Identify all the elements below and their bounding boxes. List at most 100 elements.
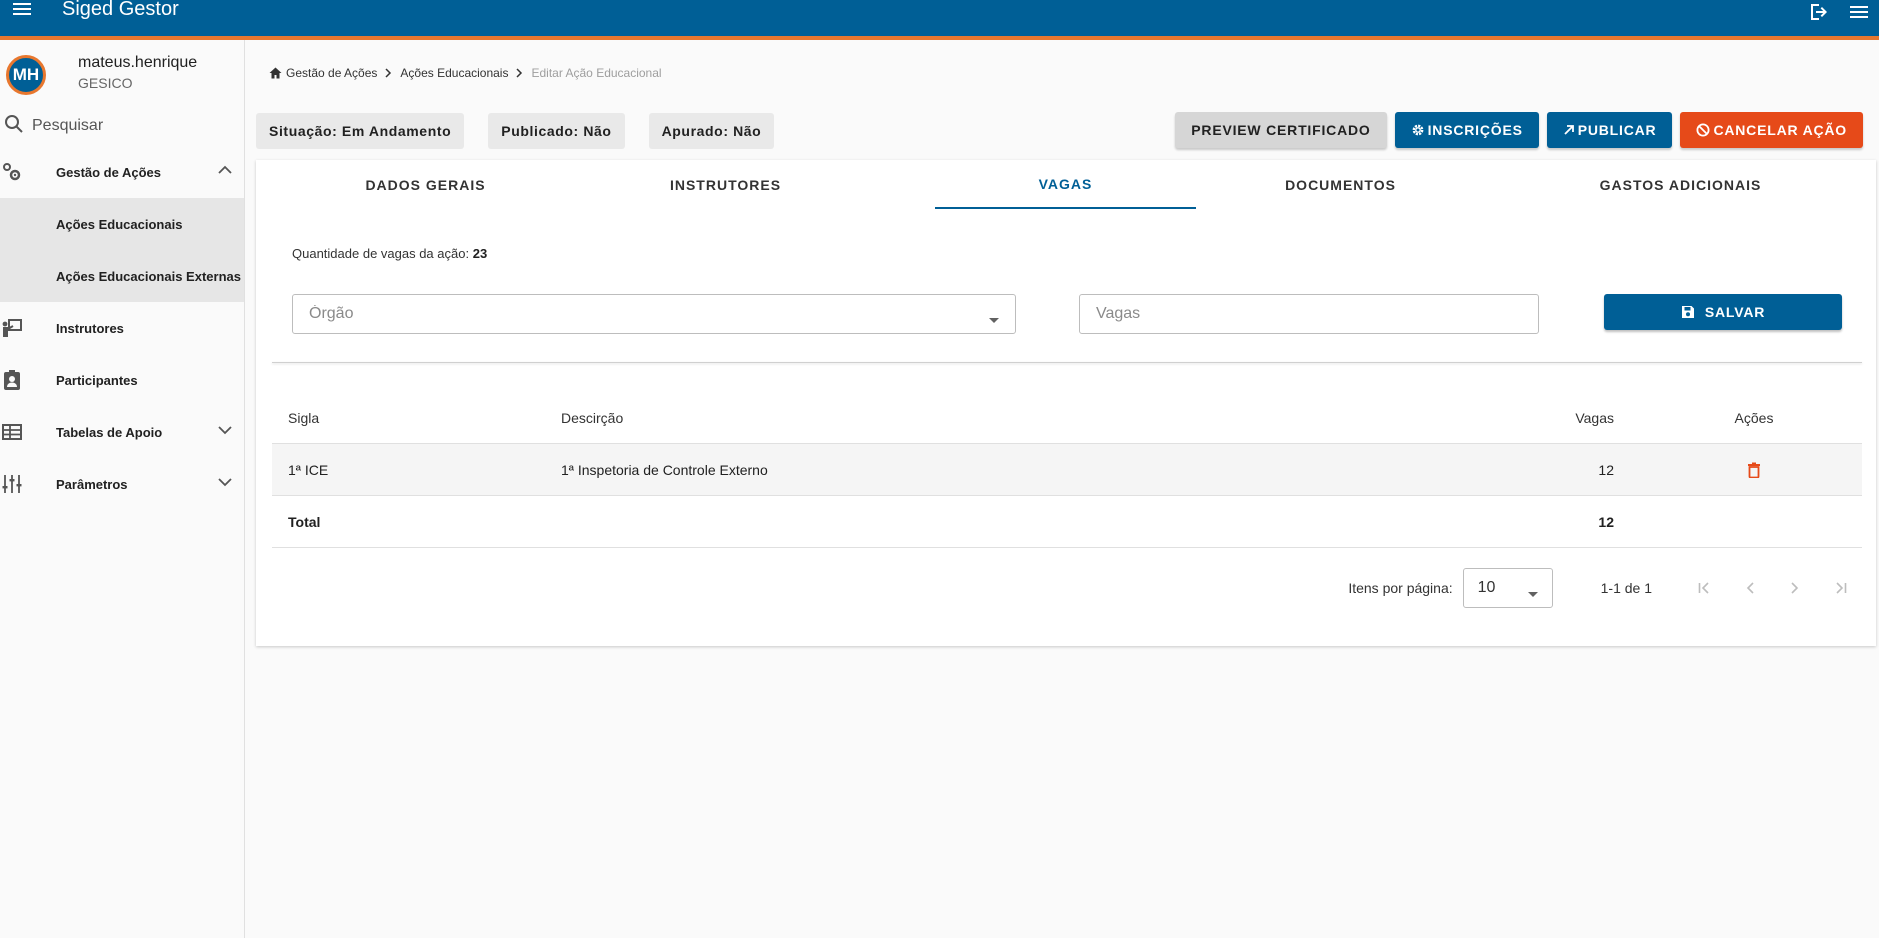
- cell-vagas: 12: [1598, 461, 1614, 478]
- sidebar-item-acoes-educacionais[interactable]: Ações Educacionais: [0, 198, 244, 250]
- sidebar: MH mateus.henrique GESICO Gestão de Açõe…: [0, 40, 245, 938]
- save-icon: [1681, 305, 1695, 319]
- status-badge-apurado: Apurado: Não: [648, 113, 775, 149]
- logout-icon[interactable]: [1799, 0, 1839, 24]
- page-size-select[interactable]: 10: [1462, 568, 1553, 608]
- inscricoes-label: INSCRIÇÕES: [1427, 122, 1523, 138]
- table-header-row: Sigla Descirção Vagas Ações: [272, 392, 1862, 444]
- tab-vagas[interactable]: VAGAS: [935, 160, 1196, 209]
- quantidade-vagas-label: Quantidade de vagas da ação:: [292, 246, 470, 261]
- cancelar-acao-button[interactable]: CANCELAR AÇÃO: [1680, 112, 1863, 148]
- search-icon: [4, 114, 24, 139]
- chevron-right-icon: [385, 68, 392, 78]
- sidebar-item-label: Parâmetros: [56, 476, 128, 492]
- previous-page-icon[interactable]: [1727, 568, 1772, 608]
- orgao-select[interactable]: [292, 294, 1016, 334]
- page-size-value: 10: [1477, 579, 1496, 596]
- table-total-row: Total 12: [272, 496, 1862, 548]
- block-icon: [1696, 123, 1710, 137]
- gears-icon: [0, 160, 24, 184]
- vagas-card: DADOS GERAIS INSTRUTORES VAGAS DOCUMENTO…: [256, 160, 1876, 646]
- chevron-right-icon: [516, 68, 523, 78]
- sidebar-item-instrutores[interactable]: Instrutores: [0, 302, 244, 354]
- tab-documentos[interactable]: DOCUMENTOS: [1196, 160, 1485, 209]
- column-header-sigla[interactable]: Sigla: [288, 410, 319, 426]
- dropdown-arrow-icon: [1527, 585, 1538, 603]
- top-app-bar: Siged Gestor: [0, 0, 1879, 40]
- preview-certificado-button[interactable]: PREVIEW CERTIFICADO: [1175, 112, 1387, 148]
- chevron-up-icon[interactable]: [218, 162, 232, 180]
- column-header-descricao[interactable]: Descirção: [561, 410, 623, 426]
- user-panel: MH mateus.henrique GESICO: [0, 40, 244, 110]
- vagas-table: Sigla Descirção Vagas Ações 1ª ICE 1ª In…: [272, 392, 1862, 548]
- chevron-down-icon[interactable]: [218, 422, 232, 440]
- status-chips: Situação: Em Andamento Publicado: Não Ap…: [256, 113, 798, 149]
- badge-icon: [0, 368, 24, 392]
- quantidade-vagas-value: 23: [472, 246, 488, 261]
- avatar: MH: [6, 55, 46, 95]
- cell-descricao: 1ª Inspetoria de Controle Externo: [561, 461, 768, 478]
- column-header-acoes: Ações: [1734, 409, 1774, 426]
- items-per-page-label: Itens por página:: [1348, 580, 1453, 596]
- sidebar-item-acoes-educacionais-externas[interactable]: Ações Educacionais Externas: [0, 250, 244, 302]
- tab-dados-gerais[interactable]: DADOS GERAIS: [256, 160, 595, 209]
- column-header-vagas[interactable]: Vagas: [1575, 410, 1614, 426]
- cancelar-acao-label: CANCELAR AÇÃO: [1713, 122, 1847, 138]
- main-content: Gestão de Ações Ações Educacionais Edita…: [246, 40, 1879, 938]
- menu-icon[interactable]: [4, 0, 40, 36]
- vagas-input[interactable]: [1096, 305, 1450, 323]
- sidebar-item-label: Participantes: [56, 372, 138, 388]
- breadcrumb-current: Editar Ação Educacional: [531, 66, 662, 80]
- table-icon: [0, 420, 24, 444]
- next-page-icon[interactable]: [1772, 568, 1817, 608]
- chevron-down-icon[interactable]: [218, 474, 232, 492]
- salvar-button[interactable]: SALVAR: [1604, 294, 1842, 330]
- user-name: mateus.henrique: [78, 53, 198, 71]
- delete-icon[interactable]: [1724, 462, 1784, 478]
- total-value: 12: [1598, 513, 1614, 530]
- sidebar-item-label: Tabelas de Apoio: [56, 424, 163, 440]
- sidebar-item-tabelas-apoio[interactable]: Tabelas de Apoio: [0, 406, 244, 458]
- cell-sigla: 1ª ICE: [288, 461, 329, 478]
- sidebar-item-participantes[interactable]: Participantes: [0, 354, 244, 406]
- instructor-icon: [0, 316, 24, 340]
- quantidade-vagas-text: Quantidade de vagas da ação: 23: [292, 246, 487, 261]
- sidebar-search: [0, 110, 244, 142]
- more-menu-icon[interactable]: [1839, 0, 1879, 24]
- first-page-icon[interactable]: [1682, 568, 1727, 608]
- settings-icon: [1411, 123, 1425, 137]
- section-divider: [272, 362, 1862, 363]
- status-badge-publicado: Publicado: Não: [488, 113, 625, 149]
- app-title: Siged Gestor: [62, 0, 179, 20]
- breadcrumb-link-gestao-acoes[interactable]: Gestão de Ações: [286, 66, 377, 80]
- home-icon: [269, 67, 282, 79]
- sidebar-item-parametros[interactable]: Parâmetros: [0, 458, 244, 510]
- tab-gastos-adicionais[interactable]: GASTOS ADICIONAIS: [1485, 160, 1876, 209]
- publicar-button[interactable]: PUBLICAR: [1546, 112, 1673, 148]
- sidebar-item-label: Gestão de Ações: [56, 164, 162, 180]
- sidebar-item-label: Instrutores: [56, 320, 124, 336]
- preview-certificado-label: PREVIEW CERTIFICADO: [1191, 122, 1371, 138]
- page-range: 1-1 de 1: [1600, 580, 1652, 596]
- table-row: 1ª ICE 1ª Inspetoria de Controle Externo…: [272, 444, 1862, 496]
- tab-instrutores[interactable]: INSTRUTORES: [595, 160, 856, 209]
- search-input[interactable]: [32, 117, 232, 135]
- total-label: Total: [288, 513, 321, 530]
- sidebar-item-gestao-acoes[interactable]: Gestão de Ações: [0, 146, 244, 198]
- action-toolbar: PREVIEW CERTIFICADO INSCRIÇÕES PUBLICAR …: [1167, 112, 1863, 148]
- status-badge-situacao: Situação: Em Andamento: [256, 113, 465, 149]
- vagas-input-wrapper: [1079, 294, 1539, 334]
- tab-bar: DADOS GERAIS INSTRUTORES VAGAS DOCUMENTO…: [256, 160, 1876, 209]
- breadcrumb: Gestão de Ações Ações Educacionais Edita…: [269, 66, 662, 80]
- last-page-icon[interactable]: [1817, 568, 1862, 608]
- orgao-field[interactable]: [309, 305, 874, 323]
- paginator: Itens por página: 10 1-1 de 1: [272, 560, 1862, 616]
- arrow-up-right-icon: [1563, 124, 1575, 136]
- salvar-label: SALVAR: [1704, 304, 1766, 320]
- user-org: GESICO: [78, 74, 133, 91]
- publicar-label: PUBLICAR: [1577, 122, 1657, 138]
- inscricoes-button[interactable]: INSCRIÇÕES: [1394, 112, 1539, 148]
- dropdown-arrow-icon: [989, 311, 999, 329]
- sliders-icon: [0, 472, 24, 496]
- breadcrumb-link-acoes-educacionais[interactable]: Ações Educacionais: [400, 66, 508, 80]
